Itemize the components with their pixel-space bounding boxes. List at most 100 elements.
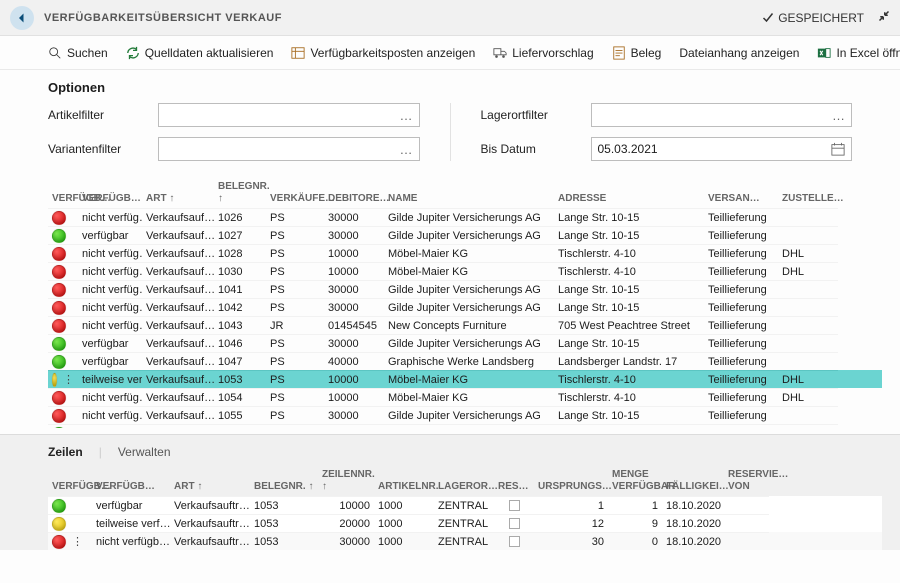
cell-name: Möbel-Maier KG [384, 424, 554, 428]
zcol-zeilennr[interactable]: ZEILENNR. ↑ [318, 469, 374, 492]
zcol-mengeverf[interactable]: MENGE VERFÜGBAR [608, 469, 662, 492]
table-row[interactable]: nicht verfüg…Verkaufsauf…1028PS10000Möbe… [48, 244, 882, 262]
status-dot-icon [52, 409, 66, 423]
verwalten-tab[interactable]: Verwalten [118, 445, 171, 459]
calendar-icon[interactable] [831, 142, 845, 156]
bisdatum-input[interactable]: 05.03.2021 [591, 137, 853, 161]
status-dot-icon [52, 319, 66, 333]
col-verf-txt[interactable]: VERFÜGB… [78, 193, 142, 205]
cell-verf: nicht verfüg… [78, 244, 142, 262]
shipment-proposal-action[interactable]: Liefervorschlag [493, 46, 593, 60]
col-versand[interactable]: VERSAN… [704, 193, 778, 205]
cell-art: Verkaufsauf… [142, 262, 214, 280]
zcol-reservie[interactable]: RESERVIE… VON [724, 469, 769, 492]
zcol-art[interactable]: ART ↑ [170, 481, 250, 493]
cell-adr: Lange Str. 10-15 [554, 208, 704, 226]
collapse-icon [878, 10, 890, 22]
cell-verf: nicht verfüg… [78, 280, 142, 298]
table-row[interactable]: nicht verfüg…Verkaufsauf…1030PS10000Möbe… [48, 262, 882, 280]
cell-vk: PS [266, 406, 324, 424]
table-row[interactable]: verfügbarVerkaufsauf…1062PS10000Möbel-Ma… [48, 424, 882, 428]
search-action[interactable]: Suchen [48, 46, 108, 60]
zcol-artikelnr[interactable]: ARTIKELNR. [374, 481, 434, 493]
cell-deb: 30000 [324, 208, 384, 226]
zeilen-tab[interactable]: Zeilen [48, 445, 83, 459]
zcell-art: Verkaufsauftr… [170, 496, 250, 514]
cell-ver: Teillieferung [704, 424, 778, 428]
main-grid-header: VERFÜGB… VERFÜGB… ART ↑ BELEGNR. ↑ VERKÄ… [48, 177, 882, 208]
table-row[interactable]: ⋮teilweise ver…Verkaufsauf…1053PS10000Mö… [48, 370, 882, 388]
checkbox[interactable] [509, 518, 520, 529]
zcol-lageror[interactable]: LAGEROR… [434, 481, 494, 493]
col-belegnr[interactable]: BELEGNR. ↑ [214, 181, 266, 204]
lookup-icon[interactable]: … [400, 142, 413, 157]
table-row[interactable]: verfügbarVerkaufsauf…1046PS30000Gilde Ju… [48, 334, 882, 352]
table-row[interactable]: nicht verfüg…Verkaufsauf…1043JR01454545N… [48, 316, 882, 334]
table-row[interactable]: verfügbarVerkaufsauf…1047PS40000Graphisc… [48, 352, 882, 370]
cell-deb: 10000 [324, 244, 384, 262]
attachment-label: Dateianhang anzeigen [679, 46, 799, 60]
zcell-fall: 18.10.2020 [662, 496, 724, 514]
col-art[interactable]: ART ↑ [142, 193, 214, 205]
zcol-faellig[interactable]: FÄLLIGKEI… [662, 481, 724, 493]
lagerortfilter-input[interactable]: … [591, 103, 853, 127]
zeilen-row[interactable]: teilweise verf…Verkaufsauftr…10532000010… [48, 514, 882, 532]
col-verf-amp[interactable]: VERFÜGB… [48, 193, 78, 205]
cell-zus: DHL [778, 262, 838, 280]
check-icon [762, 12, 774, 24]
cell-beleg: 1041 [214, 280, 266, 298]
collapse-button[interactable] [878, 10, 890, 25]
table-row[interactable]: nicht verfüg…Verkaufsauf…1041PS30000Gild… [48, 280, 882, 298]
artikelfilter-input[interactable]: … [158, 103, 420, 127]
table-row[interactable]: nicht verfüg…Verkaufsauf…1055PS30000Gild… [48, 406, 882, 424]
attachment-action[interactable]: Dateianhang anzeigen [679, 46, 799, 60]
zcol-res[interactable]: RES… [494, 481, 534, 493]
cell-art: Verkaufsauf… [142, 370, 214, 388]
cell-zus: DHL [778, 244, 838, 262]
lookup-icon[interactable]: … [400, 108, 413, 123]
cell-vk: PS [266, 226, 324, 244]
excel-action[interactable]: In Excel öffnen [817, 46, 900, 60]
document-action[interactable]: Beleg [612, 46, 662, 60]
checkbox[interactable] [509, 500, 520, 511]
table-row[interactable]: verfügbarVerkaufsauf…1027PS30000Gilde Ju… [48, 226, 882, 244]
zcell-artnr: 1000 [374, 496, 434, 514]
zcol-ursprung[interactable]: URSPRUNGS… [534, 481, 608, 493]
zeilen-grid-body[interactable]: verfügbarVerkaufsauftr…1053100001000ZENT… [48, 496, 882, 550]
cell-vk: PS [266, 370, 324, 388]
variantenfilter-input[interactable]: … [158, 137, 420, 161]
cell-beleg: 1054 [214, 388, 266, 406]
col-zust[interactable]: ZUSTELLE… [778, 193, 838, 205]
table-row[interactable]: nicht verfüg…Verkaufsauf…1042PS30000Gild… [48, 298, 882, 316]
zcol-verf-txt[interactable]: VERFÜGB… [92, 481, 170, 493]
table-row[interactable]: nicht verfüg…Verkaufsauf…1054PS10000Möbe… [48, 388, 882, 406]
cell-vk: PS [266, 334, 324, 352]
col-adresse[interactable]: ADRESSE [554, 193, 704, 205]
zcell-fall: 18.10.2020 [662, 514, 724, 532]
cell-art: Verkaufsauf… [142, 424, 214, 428]
col-verkauf[interactable]: VERKÄUFE… [266, 193, 324, 205]
lookup-icon[interactable]: … [832, 108, 845, 123]
zcol-verf-amp[interactable]: VERFÜGB… [48, 481, 92, 493]
cell-art: Verkaufsauf… [142, 406, 214, 424]
status-dot-icon [52, 337, 66, 351]
cell-zus [778, 334, 838, 352]
back-button[interactable] [10, 6, 34, 30]
zcol-belegnr[interactable]: BELEGNR. ↑ [250, 481, 318, 493]
refresh-source-action[interactable]: Quelldaten aktualisieren [126, 46, 274, 60]
col-debitor[interactable]: DEBITORE… [324, 193, 384, 205]
checkbox[interactable] [509, 536, 520, 547]
bisdatum-label: Bis Datum [481, 142, 581, 156]
cell-beleg: 1027 [214, 226, 266, 244]
cell-adr: Lange Str. 10-15 [554, 334, 704, 352]
zcell-lager: ZENTRAL [434, 496, 494, 514]
cell-art: Verkaufsauf… [142, 280, 214, 298]
status-dot-icon [52, 391, 66, 405]
show-avail-entries-action[interactable]: Verfügbarkeitsposten anzeigen [291, 46, 475, 60]
zeilen-row[interactable]: verfügbarVerkaufsauftr…1053100001000ZENT… [48, 496, 882, 514]
zcell-zeile: 10000 [318, 496, 374, 514]
main-grid-body[interactable]: nicht verfüg…Verkaufsauf…1026PS30000Gild… [48, 208, 882, 428]
table-row[interactable]: nicht verfüg…Verkaufsauf…1026PS30000Gild… [48, 208, 882, 226]
col-name[interactable]: NAME [384, 193, 554, 205]
zeilen-row[interactable]: ⋮nicht verfügb…Verkaufsauftr…10533000010… [48, 532, 882, 550]
